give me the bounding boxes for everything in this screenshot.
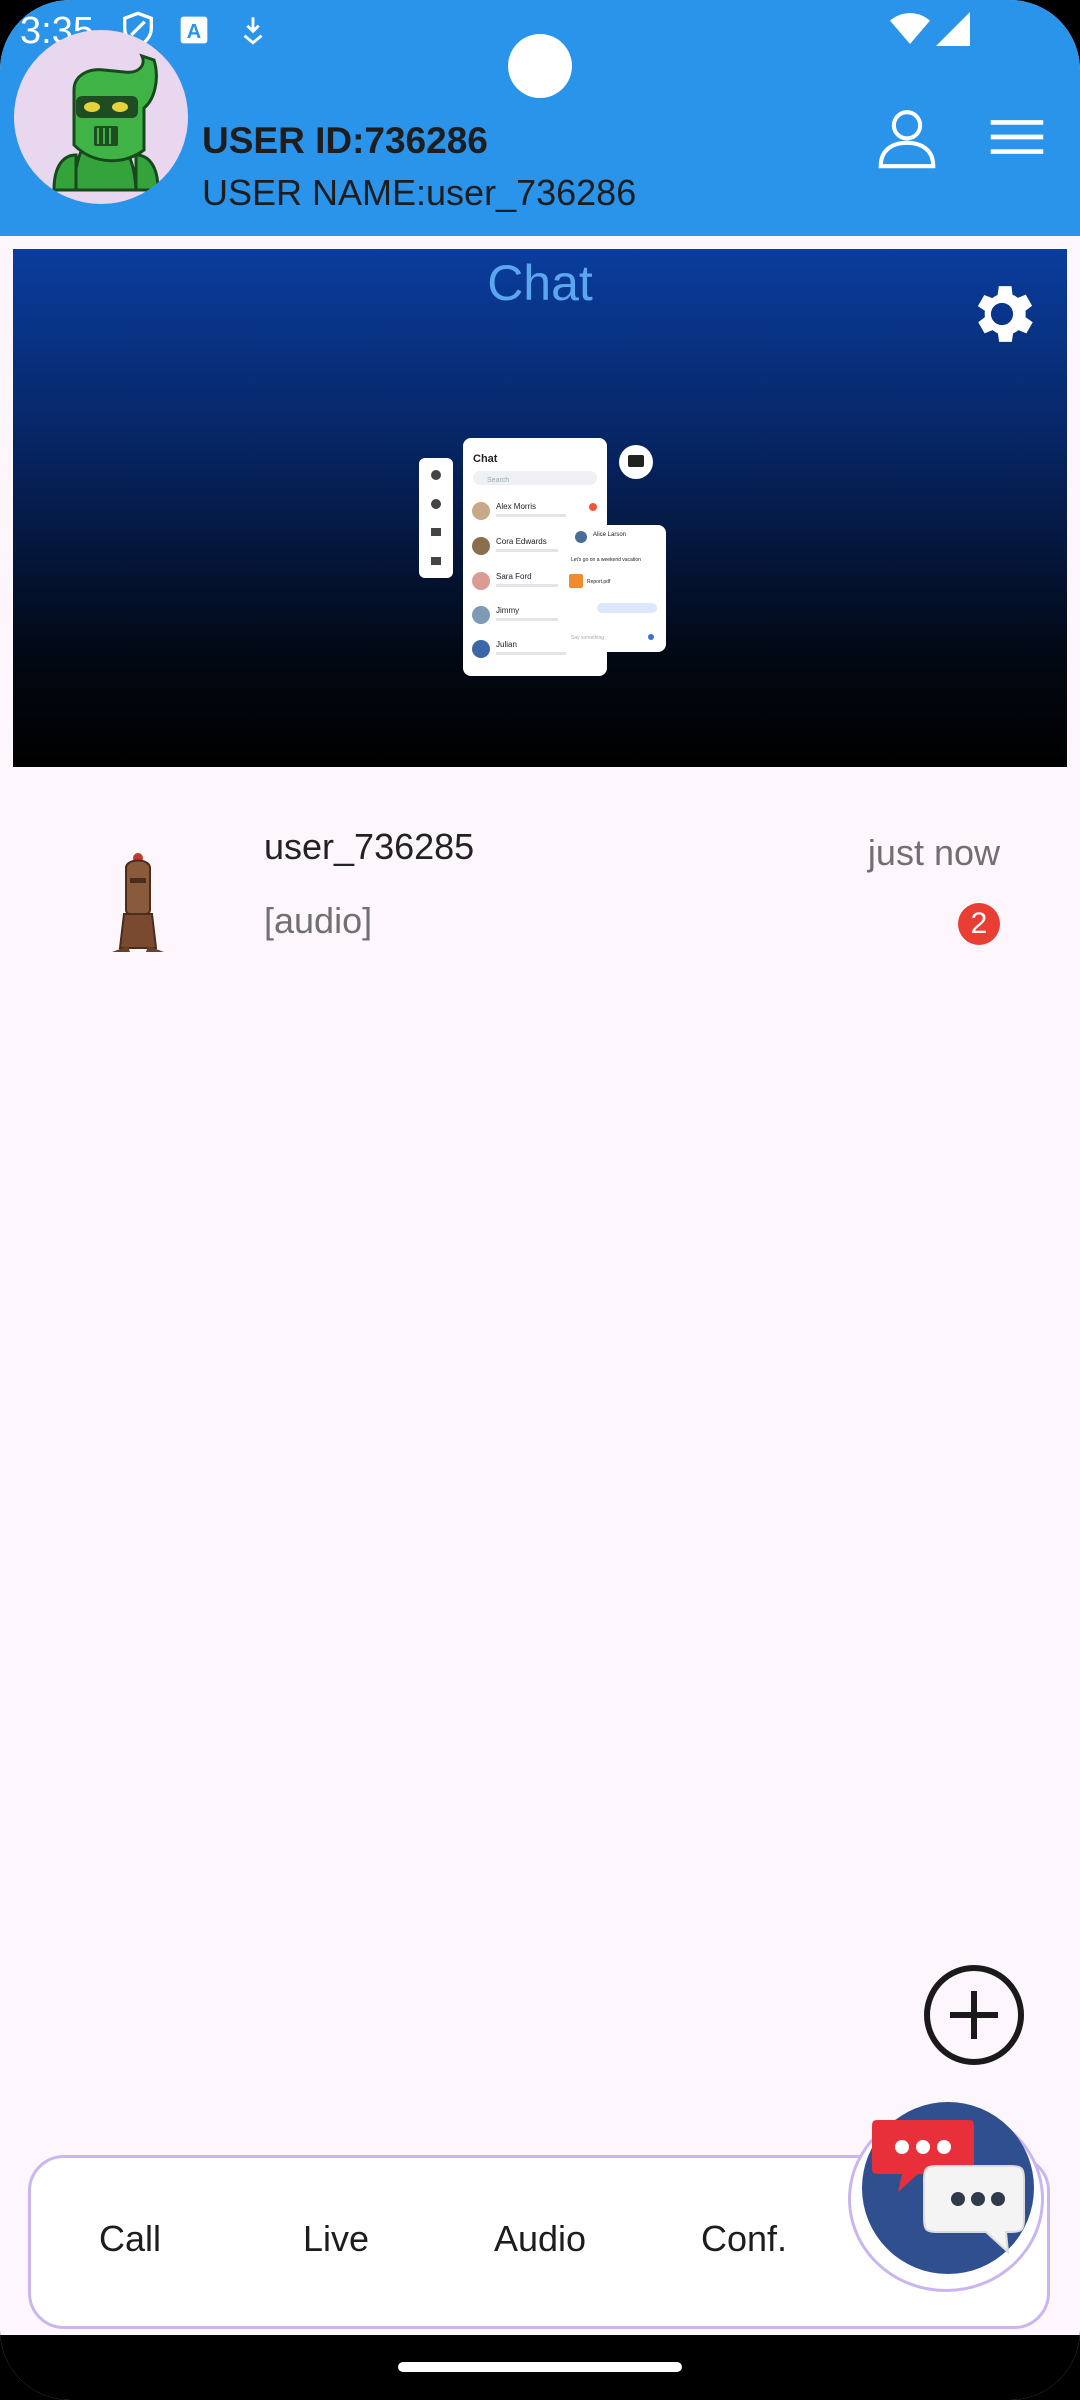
preview-contact: Jimmy [496, 606, 519, 615]
profile-button[interactable] [872, 102, 942, 172]
preview-contact: Sara Ford [496, 572, 532, 581]
svg-text:A: A [187, 21, 201, 43]
preview-contact: Julian [496, 640, 517, 649]
contact-avatar [104, 848, 200, 958]
menu-icon [982, 120, 1052, 176]
wifi-icon [890, 12, 930, 51]
preview-detail-message: Let's go on a weekend vacation [571, 557, 641, 563]
nav-conf[interactable]: Conf. [664, 2218, 824, 2260]
gear-icon [964, 286, 1040, 356]
banner-title: Chat [487, 255, 593, 311]
nav-call[interactable]: Call [50, 2218, 210, 2260]
preview-detail-input: Say something [571, 635, 604, 641]
preview-contact: Alex Morris [496, 502, 536, 511]
message-time: just now [867, 832, 1000, 873]
menu-button[interactable] [982, 102, 1052, 172]
chat-preview-illustration: Chat Search Alex Morris Cora Edwards Sar… [419, 438, 666, 676]
settings-button[interactable] [964, 276, 1040, 352]
add-conversation-button[interactable] [922, 1963, 1026, 2067]
chat-bubbles-icon [862, 2120, 1034, 2278]
chat-nav-button[interactable] [862, 2102, 1034, 2274]
person-icon [872, 110, 942, 176]
keyboard-status-icon: A [178, 14, 210, 51]
home-gesture-bar[interactable] [398, 2362, 682, 2372]
preview-detail-name: Alice Larson [593, 532, 626, 538]
last-message: [audio] [264, 900, 373, 941]
nav-audio[interactable]: Audio [460, 2218, 620, 2260]
preview-search: Search [487, 477, 509, 484]
contact-name: user_736285 [264, 826, 475, 867]
camera-cutout [508, 34, 572, 98]
user-name-label: USER NAME:user_736286 [202, 172, 637, 213]
user-avatar[interactable] [14, 30, 188, 204]
user-id-label: USER ID:736286 [202, 120, 488, 161]
preview-contact: Cora Edwards [496, 537, 547, 546]
cell-signal-icon [936, 12, 970, 51]
download-status-icon [236, 12, 270, 53]
preview-detail-file: Report.pdf [587, 579, 611, 585]
chat-banner: Chat Search Alex Morris Cora Edwards Sar… [13, 249, 1067, 767]
preview-title: Chat [473, 453, 498, 465]
nav-live[interactable]: Live [256, 2218, 416, 2260]
unread-badge: 2 [958, 903, 1000, 945]
plus-circle-icon [922, 1965, 1026, 2071]
app-screen: 3:35 A USER ID:736286 USER NAME:user_736… [0, 0, 1080, 2400]
